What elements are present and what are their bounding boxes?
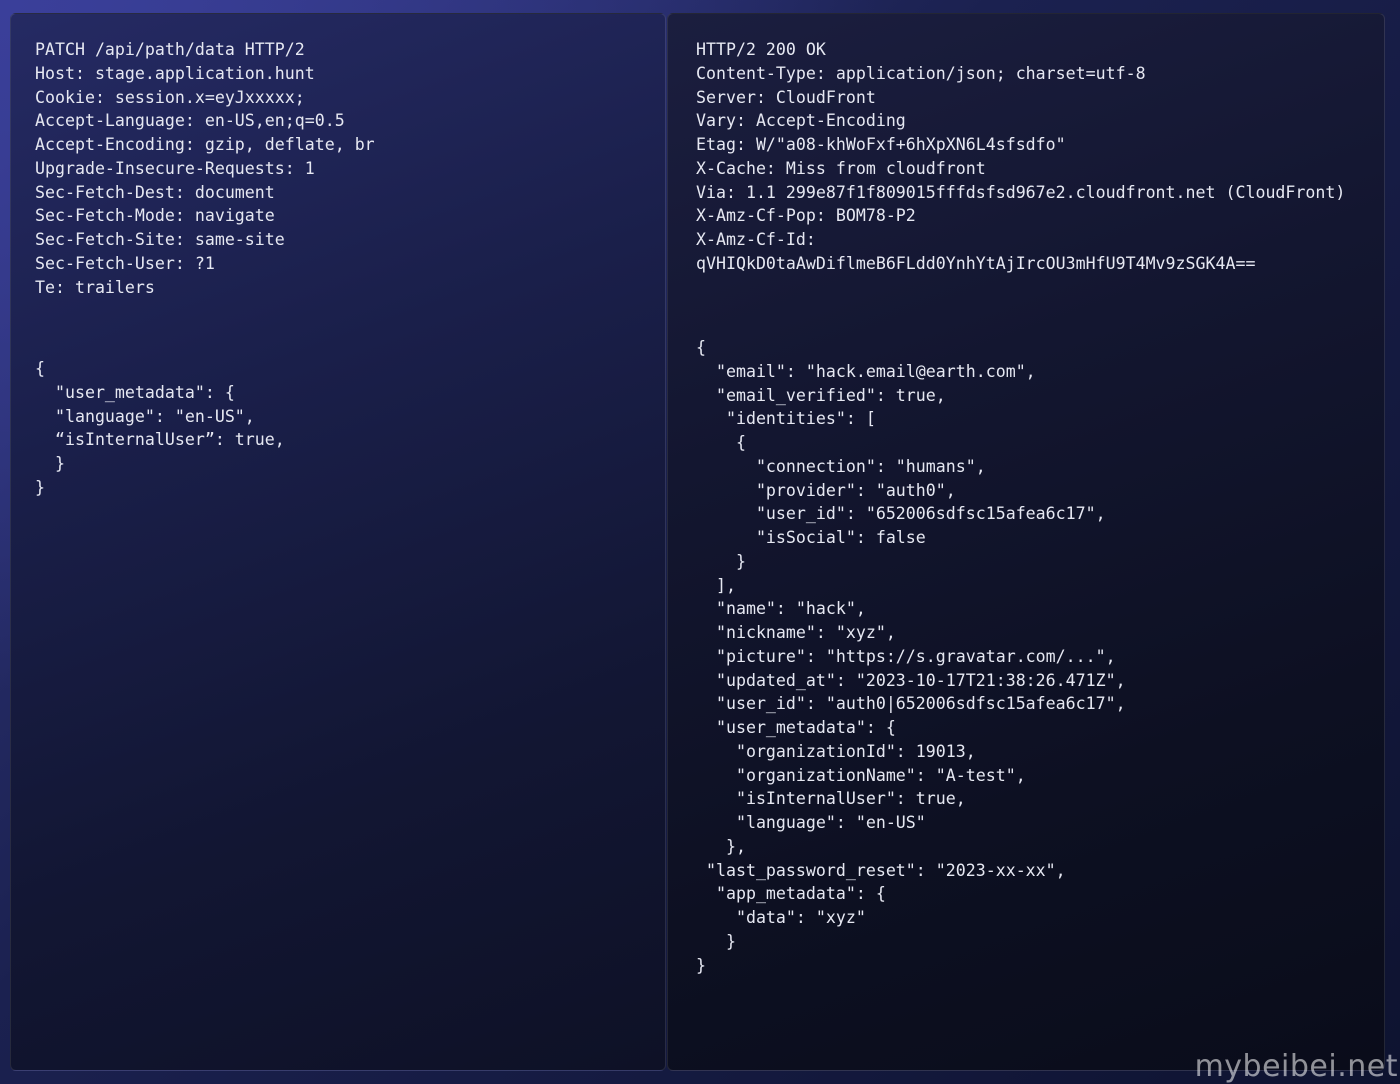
response-body-line: "isInternalUser": true, (696, 789, 966, 809)
response-body-line: "provider": "auth0", (696, 480, 956, 500)
request-header-line: Cookie: session.x=eyJxxxxx; (35, 87, 305, 107)
response-body-line: { (696, 433, 746, 452)
request-body-line: “isInternalUser”: true, (35, 430, 285, 450)
response-body-line: "email": "hack.email@earth.com", (696, 361, 1036, 381)
request-body: { "user_metadata": { "language": "en-US"… (35, 357, 285, 500)
response-body-line: "user_metadata": { (696, 718, 896, 737)
request-header-line: PATCH /api/path/data HTTP/2 (35, 40, 305, 59)
watermark-text: mybeibei.net (1194, 1049, 1398, 1084)
response-header-line: Vary: Accept-Encoding (696, 111, 906, 131)
response-body-line: "data": "xyz" (696, 908, 866, 927)
response-body-line: "isSocial": false (696, 528, 926, 547)
response-header-line: X-Amz-Cf-Pop: BOM78-P2 (696, 206, 916, 226)
request-header-line: Te: trailers (35, 277, 155, 297)
response-header-line: Server: CloudFront (696, 87, 876, 107)
response-header-line: X-Cache: Miss from cloudfront (696, 158, 986, 178)
request-body-line: { (35, 359, 45, 378)
request-header-line: Accept-Language: en-US,en;q=0.5 (35, 111, 345, 131)
response-body-line: "identities": [ (696, 409, 876, 429)
request-body-line: } (35, 454, 65, 473)
response-header-line: Content-Type: application/json; charset=… (696, 63, 1146, 83)
response-header-line: qVHIQkD0taAwDiflmeB6FLdd0YnhYtAjIrcOU3mH… (696, 253, 1256, 273)
response-body-line: "connection": "humans", (696, 456, 986, 476)
response-body-line: "name": "hack", (696, 599, 866, 619)
request-header-line: Sec-Fetch-User: ?1 (35, 253, 215, 273)
response-body-line: "organizationName": "A-test", (696, 765, 1026, 785)
response-body-line: } (696, 551, 746, 571)
response-body-line: "picture": "https://s.gravatar.com/...", (696, 646, 1116, 666)
request-header-line: Sec-Fetch-Mode: navigate (35, 206, 275, 226)
request-header-line: Upgrade-Insecure-Requests: 1 (35, 158, 315, 178)
request-body-line: } (35, 477, 45, 497)
request-header-line: Accept-Encoding: gzip, deflate, br (35, 135, 375, 154)
request-header-line: Host: stage.application.hunt (35, 63, 315, 83)
response-body-line: ], (696, 575, 736, 595)
response-body-line: "email_verified": true, (696, 385, 946, 405)
response-body-line: }, (696, 836, 746, 856)
request-body-line: "language": "en-US", (35, 406, 255, 426)
screenshot-frame: PATCH /api/path/data HTTP/2 Host: stage.a… (0, 0, 1400, 1084)
response-headers: HTTP/2 200 OK Content-Type: application/j… (696, 38, 1345, 276)
response-header-line: Etag: W/"a08-khWoFxf+6hXpXN6L4sfsdfo" (696, 135, 1066, 154)
response-header-line: X-Amz-Cf-Id: (696, 230, 816, 249)
response-pane: HTTP/2 200 OK Content-Type: application/j… (667, 13, 1385, 1071)
response-header-line: HTTP/2 200 OK (696, 40, 826, 59)
response-body-line: { (696, 338, 706, 357)
request-headers: PATCH /api/path/data HTTP/2 Host: stage.a… (35, 38, 375, 299)
response-body: { "email": "hack.email@earth.com", "emai… (696, 336, 1126, 977)
response-body-line: "updated_at": "2023-10-17T21:38:26.471Z"… (696, 670, 1126, 690)
request-body-line: "user_metadata": { (35, 382, 235, 402)
request-pane: PATCH /api/path/data HTTP/2 Host: stage.a… (10, 13, 666, 1071)
response-body-line: "user_id": "652006sdfsc15afea6c17", (696, 504, 1106, 524)
response-body-line: "app_metadata": { (696, 884, 886, 904)
response-header-line: Via: 1.1 299e87f1f809015fffdsfsd967e2.cl… (696, 182, 1346, 202)
response-body-line: "organizationId": 19013, (696, 741, 976, 761)
response-body-line: "user_id": "auth0|652006sdfsc15afea6c17"… (696, 694, 1126, 714)
response-body-line: } (696, 931, 736, 951)
response-body-line: "nickname": "xyz", (696, 623, 896, 642)
request-header-line: Sec-Fetch-Site: same-site (35, 230, 285, 249)
response-body-line: "language": "en-US" (696, 813, 926, 832)
response-body-line: } (696, 955, 706, 975)
request-header-line: Sec-Fetch-Dest: document (35, 182, 275, 202)
response-body-line: "last_password_reset": "2023-xx-xx", (696, 860, 1066, 880)
